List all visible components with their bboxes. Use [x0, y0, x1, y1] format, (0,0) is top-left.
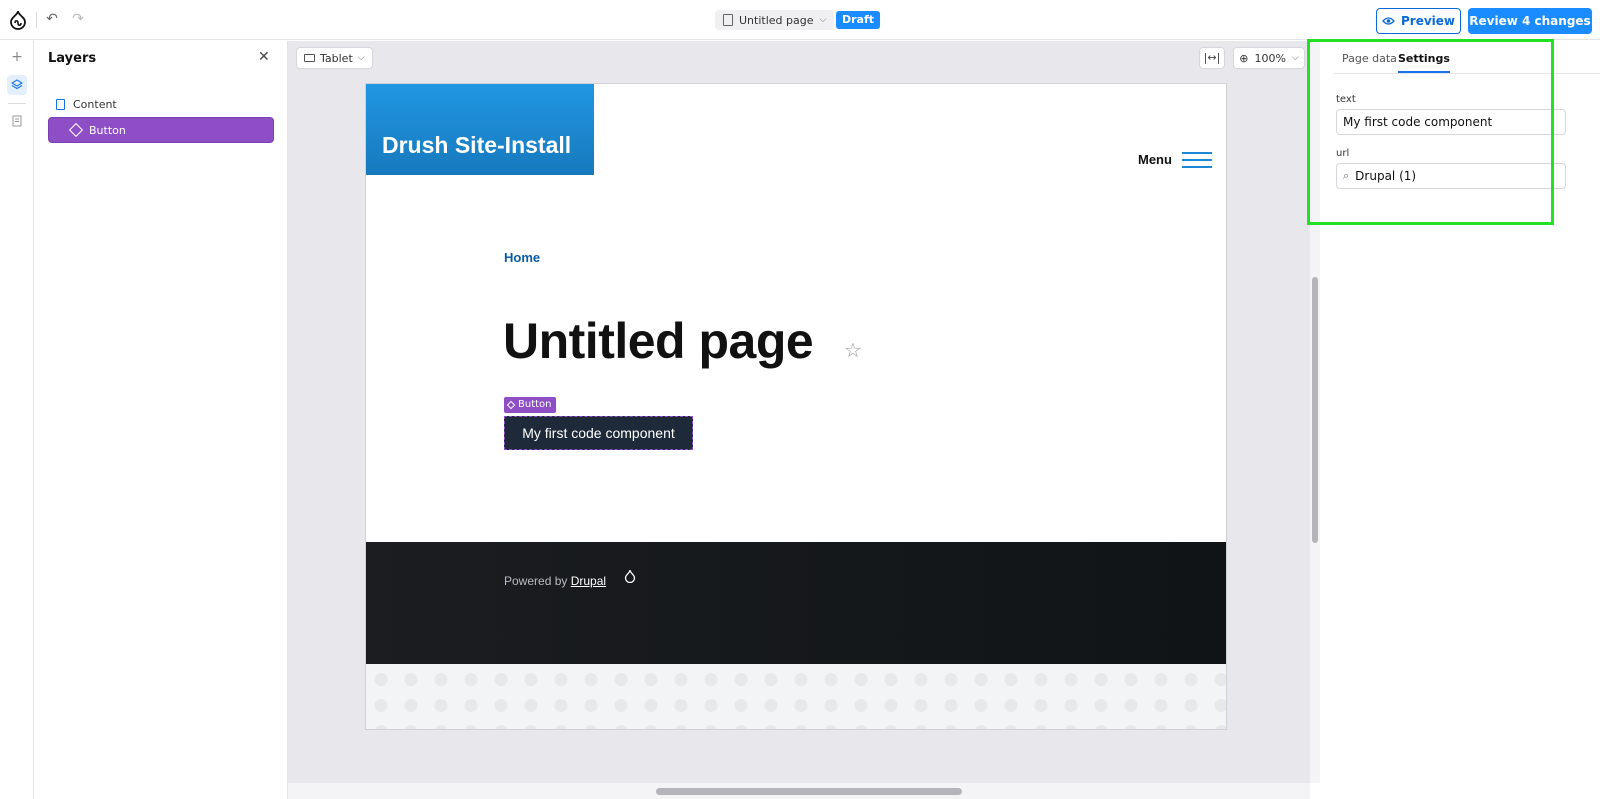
url-field-label: url — [1336, 148, 1350, 159]
menu-toggle-label[interactable]: Menu — [1138, 152, 1172, 167]
drupal-link[interactable]: Drupal — [571, 574, 606, 588]
horizontal-scrollbar-thumb[interactable] — [656, 788, 962, 795]
document-icon — [56, 98, 65, 110]
horizontal-scrollbar[interactable] — [288, 783, 1310, 799]
tab-page-data[interactable]: Page data — [1342, 52, 1397, 71]
zoom-selector[interactable]: ⊕ 100% ⌵ — [1233, 47, 1305, 69]
url-field-value: Drupal (1) — [1355, 169, 1417, 183]
fit-width-icon[interactable]: |↔| — [1199, 47, 1225, 69]
star-icon[interactable]: ☆ — [844, 338, 862, 362]
vertical-scrollbar[interactable] — [1310, 41, 1320, 783]
hamburger-menu-icon[interactable] — [1182, 152, 1212, 168]
layer-item-label: Button — [89, 123, 126, 137]
eye-icon — [1382, 17, 1395, 25]
top-toolbar: ↶ ↷ Untitled page ⌵ Draft Preview Review… — [0, 0, 1600, 40]
site-name: Drush Site-Install — [382, 132, 572, 158]
editor-canvas[interactable]: Tablet ⌵ |↔| ⊕ 100% ⌵ Drush Site-Install… — [288, 41, 1310, 783]
device-selector[interactable]: Tablet ⌵ — [296, 47, 373, 69]
settings-panel: Page data Settings text My first code co… — [1320, 41, 1600, 799]
component-tag: Button — [504, 397, 556, 413]
powered-by-prefix: Powered by — [504, 574, 568, 588]
site-footer: Powered by Drupal — [366, 542, 1226, 664]
left-tool-rail: + — [0, 41, 34, 799]
tablet-icon — [304, 54, 315, 62]
review-changes-button[interactable]: Review 4 changes — [1468, 8, 1592, 34]
zoom-level: 100% — [1254, 51, 1286, 65]
drupal-logo-icon[interactable] — [8, 10, 28, 30]
tab-settings[interactable]: Settings — [1398, 52, 1450, 73]
page-selector[interactable]: Untitled page ⌵ — [715, 10, 835, 30]
pages-icon[interactable] — [7, 111, 27, 131]
chevron-down-icon: ⌵ — [357, 53, 365, 63]
vertical-scrollbar-thumb[interactable] — [1312, 277, 1318, 543]
device-selector-label: Tablet — [320, 51, 353, 65]
page-selector-label: Untitled page — [739, 13, 814, 27]
close-icon[interactable]: ✕ — [258, 49, 270, 65]
site-branding[interactable]: Drush Site-Install — [366, 84, 594, 175]
component-icon — [68, 122, 84, 138]
component-icon — [506, 400, 516, 410]
add-icon[interactable]: + — [7, 47, 27, 67]
site-preview-frame: Drush Site-Install Menu Home Untitled pa… — [365, 83, 1227, 730]
layers-panel: Layers ✕ Content Button — [34, 41, 288, 799]
breadcrumb[interactable]: Home — [504, 250, 540, 265]
status-badge: Draft — [836, 11, 881, 29]
document-icon — [723, 14, 733, 26]
layers-icon[interactable] — [7, 75, 27, 95]
layer-item-button[interactable]: Button — [48, 117, 274, 143]
component-tag-label: Button — [518, 399, 552, 410]
layer-item-content[interactable]: Content — [48, 91, 274, 117]
text-field-label: text — [1336, 94, 1356, 105]
zoom-in-icon: ⊕ — [1239, 51, 1249, 65]
page-title: Untitled page — [503, 313, 814, 369]
decorative-pattern — [366, 664, 1226, 729]
search-icon: ⌕ — [1343, 169, 1350, 182]
drupal-drop-icon — [624, 569, 636, 583]
preview-button[interactable]: Preview — [1376, 8, 1461, 34]
powered-by-text: Powered by Drupal — [504, 574, 606, 588]
undo-icon[interactable]: ↶ — [44, 11, 60, 27]
text-field[interactable]: My first code component — [1336, 109, 1566, 135]
url-field[interactable]: ⌕ Drupal (1) — [1336, 163, 1566, 189]
rail-divider — [8, 103, 26, 104]
layer-item-label: Content — [73, 97, 117, 111]
tabs-divider — [1334, 73, 1600, 74]
preview-button-label: Preview — [1400, 14, 1455, 28]
redo-icon[interactable]: ↷ — [70, 11, 86, 27]
layers-panel-title: Layers — [48, 51, 97, 66]
chevron-down-icon: ⌵ — [819, 15, 827, 25]
chevron-down-icon: ⌵ — [1291, 53, 1299, 63]
toolbar-divider — [36, 12, 37, 28]
code-component-button[interactable]: My first code component — [504, 416, 693, 450]
